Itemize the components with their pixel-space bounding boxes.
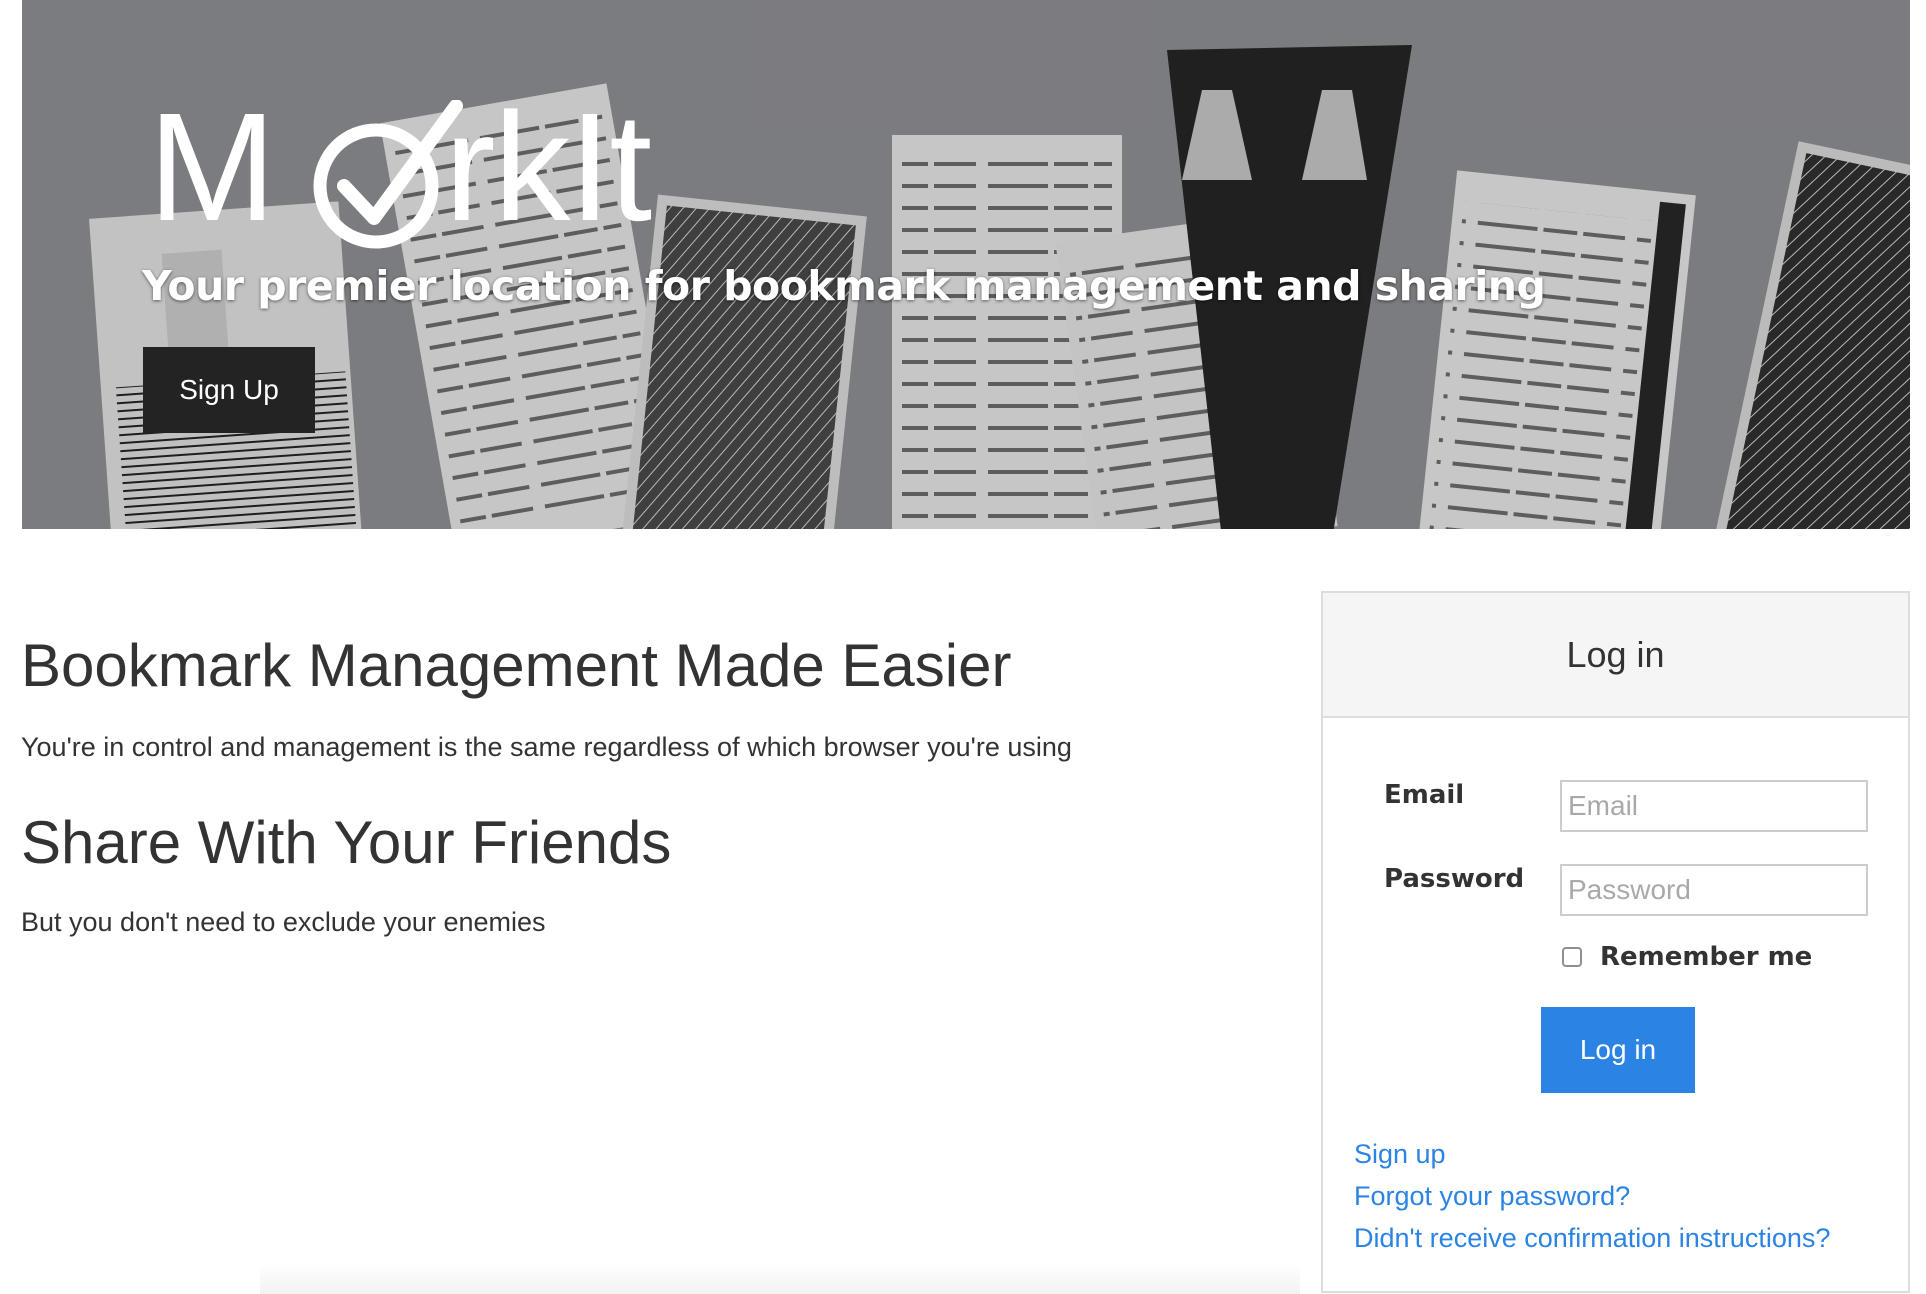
feature-heading-management: Bookmark Management Made Easier — [21, 632, 1012, 699]
forgot-password-link[interactable]: Forgot your password? — [1354, 1178, 1630, 1214]
login-panel: Log in Email Password Remember me Log in… — [1321, 591, 1910, 1293]
logo-checkmark-icon — [313, 100, 463, 249]
feature-heading-share: Share With Your Friends — [21, 809, 672, 876]
login-panel-title: Log in — [1323, 593, 1908, 718]
markit-logo: MrkIt — [148, 90, 708, 252]
remember-me-row: Remember me — [1560, 942, 1812, 972]
login-submit-button[interactable]: Log in — [1541, 1007, 1695, 1093]
page: MrkIt Your premier location for bookmark… — [0, 0, 1926, 1294]
feature-text-share: But you don't need to exclude your enemi… — [21, 907, 546, 937]
remember-me-checkbox[interactable] — [1562, 947, 1582, 967]
hero-signup-button[interactable]: Sign Up — [143, 347, 315, 433]
email-label: Email — [1384, 780, 1465, 810]
hero-tagline: Your premier location for bookmark manag… — [142, 262, 1546, 310]
email-field[interactable] — [1560, 780, 1868, 832]
feature-text-management: You're in control and management is the … — [21, 732, 1072, 762]
bottom-shadow — [260, 1262, 1300, 1294]
password-label: Password — [1384, 864, 1525, 894]
signup-link[interactable]: Sign up — [1354, 1136, 1446, 1172]
password-field[interactable] — [1560, 864, 1868, 916]
confirmation-instructions-link[interactable]: Didn't receive confirmation instructions… — [1354, 1220, 1830, 1256]
hero-banner: MrkIt Your premier location for bookmark… — [22, 0, 1910, 529]
remember-me-label: Remember me — [1600, 942, 1813, 972]
